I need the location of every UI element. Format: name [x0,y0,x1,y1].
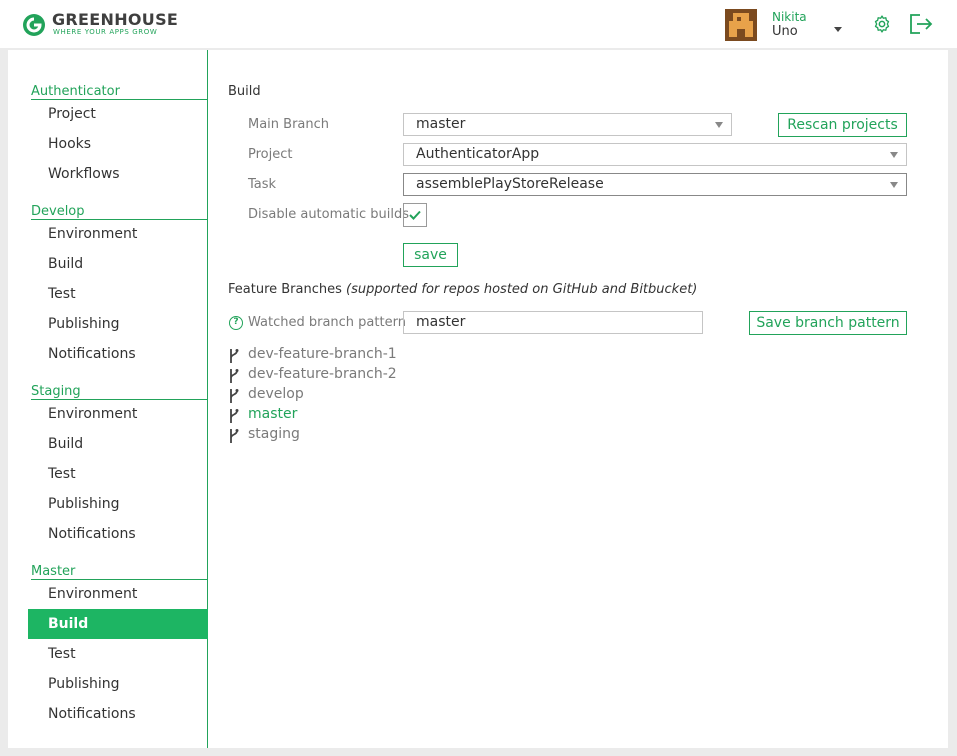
save-button[interactable]: save [403,243,458,267]
gear-icon[interactable] [872,14,892,34]
user-first-name: Nikita [772,10,807,24]
sidebar-item-project[interactable]: Project [28,99,208,129]
disable-builds-label: Disable automatic builds [248,207,409,222]
sidebar-item-develop-test[interactable]: Test [28,279,208,309]
main-branch-select[interactable]: master [403,113,732,136]
sidebar-item-workflows[interactable]: Workflows [28,159,208,189]
build-section-title: Build [228,84,261,99]
avatar[interactable] [725,9,757,41]
project-label: Project [248,147,293,162]
sidebar-item-master-build[interactable]: Build [28,609,208,639]
feature-branches-note: (supported for repos hosted on GitHub an… [346,282,698,297]
git-branch-icon [230,409,239,423]
git-branch-icon [230,389,239,403]
app-name: GREENHOUSE [52,10,179,29]
save-branch-pattern-button[interactable]: Save branch pattern [749,311,907,335]
sidebar-item-master-test[interactable]: Test [28,639,208,669]
task-value: assemblePlayStoreRelease [416,176,604,192]
user-menu-chevron-down-icon[interactable] [834,27,842,32]
chevron-down-icon [890,182,898,188]
sidebar-section-staging[interactable]: Staging [31,384,208,400]
branch-name: dev-feature-branch-1 [248,346,397,362]
project-value: AuthenticatorApp [416,146,540,162]
sidebar-item-develop-environment[interactable]: Environment [28,219,208,249]
app-tagline: WHERE YOUR APPS GROW [53,28,158,36]
sidebar-item-staging-notifications[interactable]: Notifications [28,519,208,549]
main-branch-value: master [416,116,466,132]
sidebar-item-master-notifications[interactable]: Notifications [28,699,208,729]
task-label: Task [248,177,277,192]
chevron-down-icon [715,122,723,128]
sidebar-item-staging-publishing[interactable]: Publishing [28,489,208,519]
feature-branches-title: Feature Branches [228,282,342,297]
sidebar-section-authenticator[interactable]: Authenticator [31,84,208,100]
sidebar-item-master-environment[interactable]: Environment [28,579,208,609]
feature-branches-heading: Feature Branches (supported for repos ho… [228,282,697,297]
logout-icon[interactable] [909,13,933,35]
git-branch-icon [230,429,239,443]
task-select[interactable]: assemblePlayStoreRelease [403,173,907,196]
sidebar-item-develop-build[interactable]: Build [28,249,208,279]
branch-name: develop [248,386,304,402]
branch-name: master [248,406,298,422]
sidebar-item-hooks[interactable]: Hooks [28,129,208,159]
content-panel: Authenticator Project Hooks Workflows De… [8,50,948,748]
disable-builds-checkbox[interactable] [403,203,427,227]
sidebar-item-master-publishing[interactable]: Publishing [28,669,208,699]
sidebar-item-develop-notifications[interactable]: Notifications [28,339,208,369]
checkmark-icon [409,210,421,220]
sidebar-section-master[interactable]: Master [31,564,208,580]
sidebar: Authenticator Project Hooks Workflows De… [8,50,208,748]
watched-pattern-input[interactable]: master [403,311,703,334]
main-content: Build Main Branch master Rescan projects… [208,50,948,748]
git-branch-icon [230,369,239,383]
git-branch-icon [230,349,239,363]
rescan-projects-button[interactable]: Rescan projects [778,113,907,137]
watched-pattern-label: Watched branch pattern [248,315,406,330]
chevron-down-icon [890,152,898,158]
sidebar-section-develop[interactable]: Develop [31,204,208,220]
branch-name: staging [248,426,300,442]
help-icon[interactable]: ? [229,316,243,330]
logo-icon [23,14,45,36]
sidebar-item-staging-test[interactable]: Test [28,459,208,489]
main-branch-label: Main Branch [248,117,330,132]
pixel-avatar-icon [725,9,757,41]
sidebar-item-staging-build[interactable]: Build [28,429,208,459]
sidebar-item-staging-environment[interactable]: Environment [28,399,208,429]
sidebar-item-develop-publishing[interactable]: Publishing [28,309,208,339]
user-last-name: Uno [772,24,798,39]
top-header: GREENHOUSE WHERE YOUR APPS GROW Nikita U… [0,0,957,48]
project-select[interactable]: AuthenticatorApp [403,143,907,166]
branch-name: dev-feature-branch-2 [248,366,397,382]
